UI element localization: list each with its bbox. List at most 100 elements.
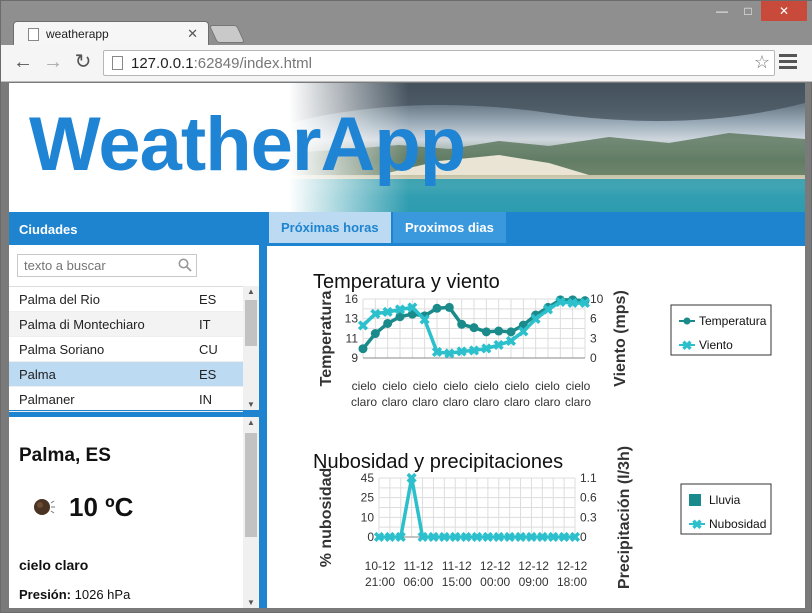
data-point-nubosidad: ✖ bbox=[406, 470, 418, 486]
data-point-viento: ✖ bbox=[579, 295, 591, 311]
detail-temperature: 10 ºC bbox=[69, 492, 134, 522]
forecast-tabs: Próximas horas Proximos dias bbox=[267, 212, 805, 246]
x-tick-label: 15:00 bbox=[442, 575, 472, 589]
legend-swatch: ✖ bbox=[682, 338, 693, 353]
forward-arrow-icon[interactable]: → bbox=[41, 51, 65, 75]
data-point-temperatura bbox=[481, 327, 491, 337]
bookmark-star-icon[interactable]: ☆ bbox=[754, 52, 770, 73]
y2-tick-label: 0.3 bbox=[580, 510, 597, 524]
city-row[interactable]: Palma Soriano CU bbox=[9, 337, 243, 362]
data-point-viento: ✖ bbox=[382, 304, 394, 320]
data-point-viento: ✖ bbox=[468, 342, 480, 358]
data-point-temperatura bbox=[383, 318, 393, 328]
y-tick-label: 16 bbox=[345, 292, 359, 306]
data-point-temperatura bbox=[444, 302, 454, 312]
data-point-viento: ✖ bbox=[493, 337, 505, 353]
tab-proximos-dias[interactable]: Proximos dias bbox=[393, 212, 506, 243]
data-point-viento: ✖ bbox=[567, 295, 579, 311]
detail-description: cielo claro bbox=[19, 557, 89, 573]
legend-label: Temperatura bbox=[699, 314, 767, 328]
title-bar: weatherapp ✕ — □ ✕ bbox=[1, 1, 812, 46]
data-point-viento: ✖ bbox=[542, 302, 554, 318]
x-tick-label: claro bbox=[534, 395, 560, 409]
x-tick-label: cielo bbox=[505, 379, 530, 393]
maximize-icon[interactable]: □ bbox=[735, 1, 761, 21]
city-list-scrollbar[interactable]: ▲ ▼ bbox=[243, 286, 259, 410]
tab-close-icon[interactable]: ✕ bbox=[187, 26, 198, 42]
x-tick-label: 09:00 bbox=[519, 575, 549, 589]
city-row[interactable]: Palma del Rio ES bbox=[9, 287, 243, 312]
cities-header: Ciudades bbox=[9, 212, 261, 245]
search-field[interactable] bbox=[17, 254, 197, 277]
x-tick-label: cielo bbox=[474, 379, 499, 393]
address-bar[interactable]: 127.0.0.1:62849/index.html ☆ bbox=[103, 50, 775, 76]
data-point-temperatura bbox=[469, 323, 479, 333]
new-tab-button[interactable] bbox=[208, 25, 246, 43]
legend-label: Viento bbox=[699, 338, 733, 352]
data-point-nubosidad: ✖ bbox=[395, 529, 407, 545]
chart-title: Nubosidad y precipitaciones bbox=[313, 451, 563, 473]
detail-scrollbar[interactable]: ▲ ▼ bbox=[243, 417, 259, 608]
city-row[interactable]: Palma di Montechiaro IT bbox=[9, 312, 243, 337]
minimize-icon[interactable]: — bbox=[709, 1, 735, 21]
page-viewport: WeatherApp Ciudades Palma del RioES Palm… bbox=[9, 83, 805, 608]
x-tick-label: 12-12 bbox=[480, 559, 511, 573]
scroll-down-icon[interactable]: ▼ bbox=[243, 598, 259, 607]
search-input[interactable] bbox=[24, 257, 174, 274]
y2-axis-label: Precipitación (l/3h) bbox=[616, 446, 633, 589]
x-tick-label: cielo bbox=[382, 379, 407, 393]
scroll-down-icon[interactable]: ▼ bbox=[243, 400, 259, 409]
data-point-viento: ✖ bbox=[505, 333, 517, 349]
data-point-temperatura bbox=[370, 329, 380, 339]
menu-icon[interactable] bbox=[779, 54, 797, 72]
x-tick-label: claro bbox=[382, 395, 408, 409]
data-point-viento: ✖ bbox=[480, 341, 492, 357]
x-tick-label: claro bbox=[443, 395, 469, 409]
app-header: WeatherApp bbox=[9, 83, 805, 212]
data-point-viento: ✖ bbox=[394, 302, 406, 318]
legend-swatch: ✖ bbox=[692, 517, 703, 532]
tab-title: weatherapp bbox=[46, 27, 109, 41]
x-tick-label: 11-12 bbox=[442, 559, 472, 573]
page-icon bbox=[28, 28, 39, 41]
window-close-icon[interactable]: ✕ bbox=[761, 1, 807, 21]
left-panel: Ciudades Palma del RioES Palma di Montec… bbox=[9, 212, 261, 608]
legend-label: Lluvia bbox=[709, 493, 741, 507]
browser-window: weatherapp ✕ — □ ✕ ← → ↻ 127.0.0.1:62849… bbox=[0, 0, 812, 613]
y2-tick-label: 0 bbox=[590, 351, 597, 365]
data-point-viento: ✖ bbox=[517, 323, 529, 339]
data-point-temperatura bbox=[358, 344, 368, 354]
tab-proximas-horas[interactable]: Próximas horas bbox=[269, 212, 391, 243]
x-tick-label: 12-12 bbox=[557, 559, 588, 573]
back-arrow-icon[interactable]: ← bbox=[11, 51, 35, 75]
x-tick-label: cielo bbox=[566, 379, 591, 393]
y2-tick-label: 6 bbox=[590, 312, 597, 326]
search-icon[interactable] bbox=[178, 258, 192, 272]
x-tick-label: claro bbox=[412, 395, 438, 409]
x-tick-label: 21:00 bbox=[365, 575, 395, 589]
scroll-up-icon[interactable]: ▲ bbox=[243, 287, 259, 296]
reload-icon[interactable]: ↻ bbox=[71, 51, 95, 75]
city-search-box: Palma del RioES Palma di MontechiaroIT P… bbox=[9, 245, 259, 412]
y2-tick-label: 10 bbox=[590, 292, 604, 306]
page-info-icon bbox=[112, 56, 123, 70]
url-text: 127.0.0.1:62849/index.html bbox=[131, 55, 312, 72]
browser-tab[interactable]: weatherapp ✕ bbox=[13, 21, 209, 46]
x-tick-label: 06:00 bbox=[403, 575, 433, 589]
forecast-panel: Próximas horas Proximos dias Temperatura… bbox=[261, 212, 805, 608]
data-point-temperatura bbox=[494, 326, 504, 336]
scroll-up-icon[interactable]: ▲ bbox=[243, 418, 259, 427]
x-tick-label: cielo bbox=[352, 379, 377, 393]
city-row[interactable]: Palmaner IN bbox=[9, 387, 243, 412]
city-list: Palma del Rio ES Palma di Montechiaro IT P… bbox=[9, 286, 243, 412]
x-tick-label: cielo bbox=[413, 379, 438, 393]
detail-city-name: Palma, ES bbox=[19, 445, 111, 466]
x-tick-label: 10-12 bbox=[365, 559, 396, 573]
city-row-selected[interactable]: Palma ES bbox=[9, 362, 243, 387]
data-point-viento: ✖ bbox=[357, 318, 369, 334]
x-tick-label: 12-12 bbox=[518, 559, 549, 573]
x-tick-label: claro bbox=[504, 395, 530, 409]
y-tick-label: 45 bbox=[361, 471, 375, 485]
data-point-viento: ✖ bbox=[530, 311, 542, 327]
app-logo: WeatherApp bbox=[29, 102, 466, 187]
